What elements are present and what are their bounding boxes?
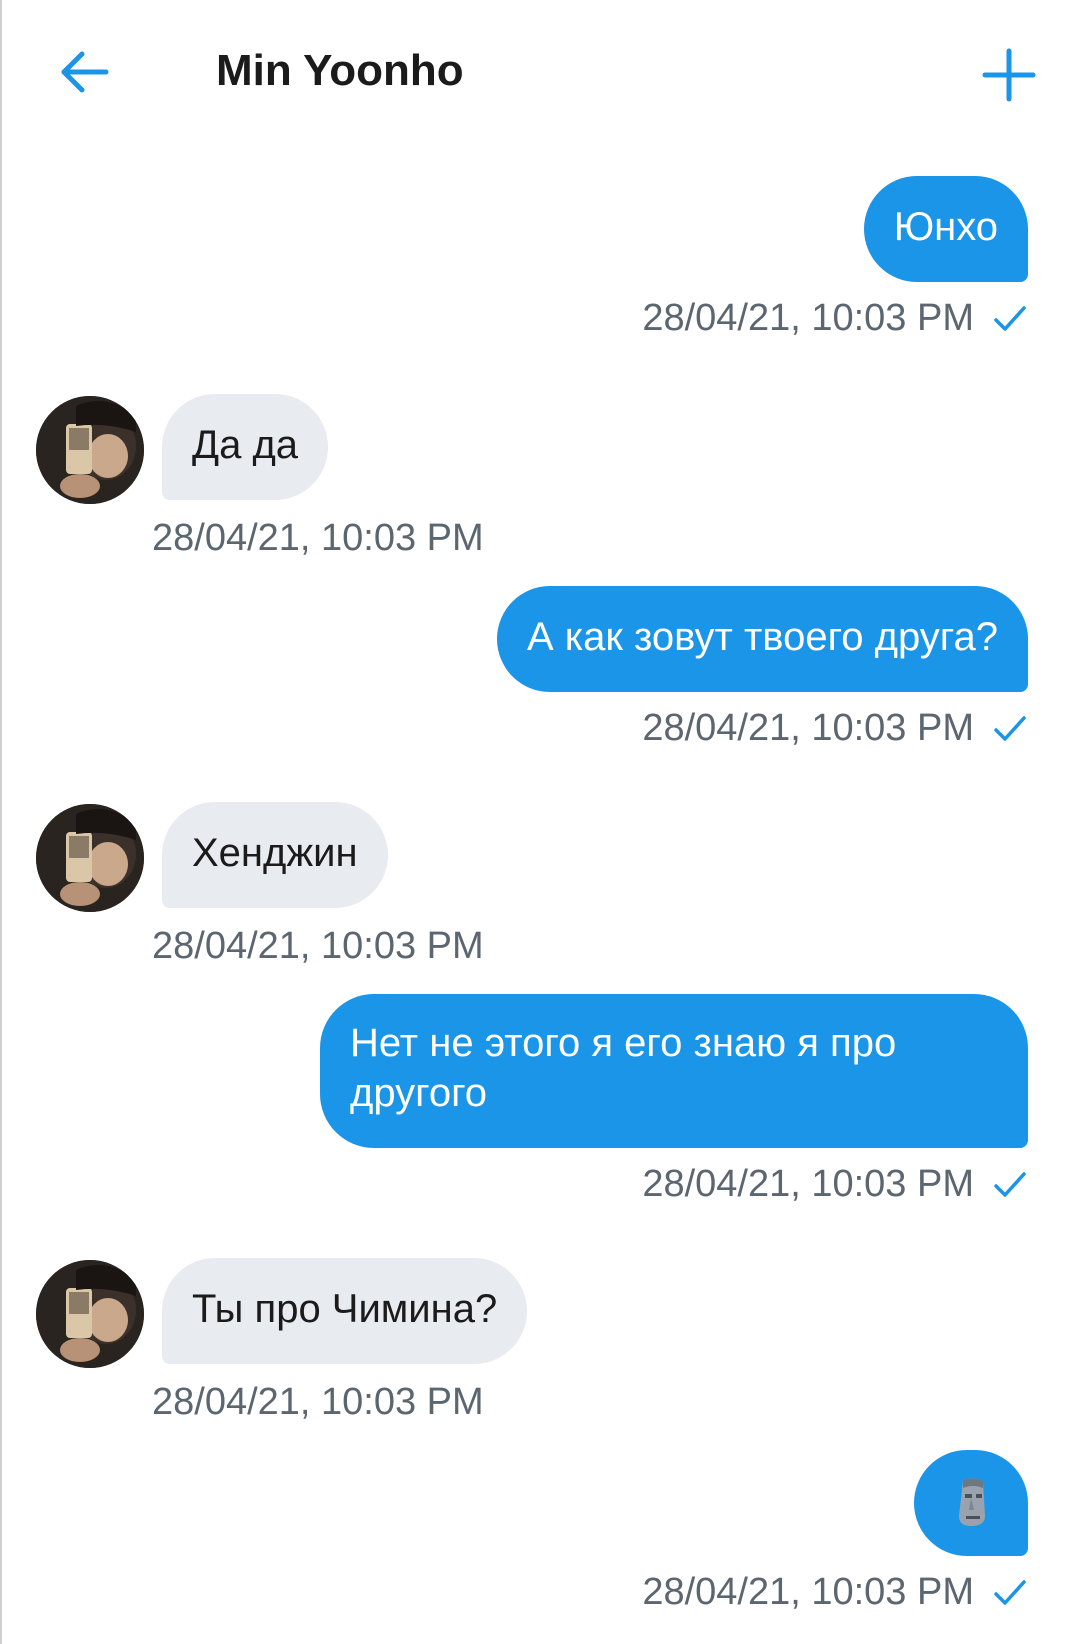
- back-button[interactable]: [52, 40, 116, 104]
- chat-screen: Min Yoonho Юнхо 28/04/21, 10:03 PM Да да…: [0, 0, 1080, 1644]
- outgoing-message-bubble[interactable]: А как зовут твоего друга?: [497, 586, 1028, 692]
- check-icon: [994, 1580, 1026, 1605]
- outgoing-message-bubble[interactable]: [914, 1450, 1028, 1556]
- contact-avatar[interactable]: [36, 804, 144, 912]
- contact-avatar[interactable]: [36, 396, 144, 504]
- message-timestamp: 28/04/21, 10:03 PM: [152, 1381, 484, 1423]
- avatar-photo: [36, 1260, 144, 1368]
- conversation-title: Min Yoonho: [216, 46, 464, 95]
- message-timestamp: 28/04/21, 10:03 PM: [642, 1571, 974, 1613]
- outgoing-message-bubble[interactable]: Юнхо: [863, 176, 1028, 282]
- message-text: Ты про Чимина?: [192, 1287, 498, 1331]
- message-timestamp: 28/04/21, 10:03 PM: [152, 925, 484, 967]
- add-button[interactable]: [974, 40, 1044, 110]
- message-timestamp: 28/04/21, 10:03 PM: [642, 1163, 974, 1205]
- moai-emoji-icon: [959, 1478, 985, 1526]
- plus-icon: [982, 48, 1036, 102]
- incoming-message-bubble[interactable]: Да да: [162, 394, 329, 500]
- check-icon: [994, 716, 1026, 741]
- message-text: Нет не этого я его знаю я про другого: [350, 1021, 897, 1115]
- message-text: Юнхо: [893, 205, 998, 249]
- avatar-photo: [36, 396, 144, 504]
- message-text: А как зовут твоего друга?: [527, 615, 998, 659]
- outgoing-message-bubble[interactable]: Нет не этого я его знаю я про другого: [320, 994, 1028, 1148]
- left-border: [0, 0, 2, 1644]
- avatar-photo: [36, 804, 144, 912]
- incoming-message-bubble[interactable]: Хенджин: [162, 802, 388, 908]
- check-icon: [994, 1172, 1026, 1197]
- arrow-left-icon: [61, 51, 109, 93]
- message-text: Да да: [192, 423, 299, 467]
- incoming-message-bubble[interactable]: Ты про Чимина?: [162, 1258, 528, 1364]
- contact-avatar[interactable]: [36, 1260, 144, 1368]
- message-timestamp: 28/04/21, 10:03 PM: [642, 297, 974, 339]
- message-text: Хенджин: [192, 831, 358, 875]
- message-timestamp: 28/04/21, 10:03 PM: [152, 517, 484, 559]
- check-icon: [994, 306, 1026, 331]
- message-timestamp: 28/04/21, 10:03 PM: [642, 707, 974, 749]
- chat-header: Min Yoonho: [0, 0, 1080, 150]
